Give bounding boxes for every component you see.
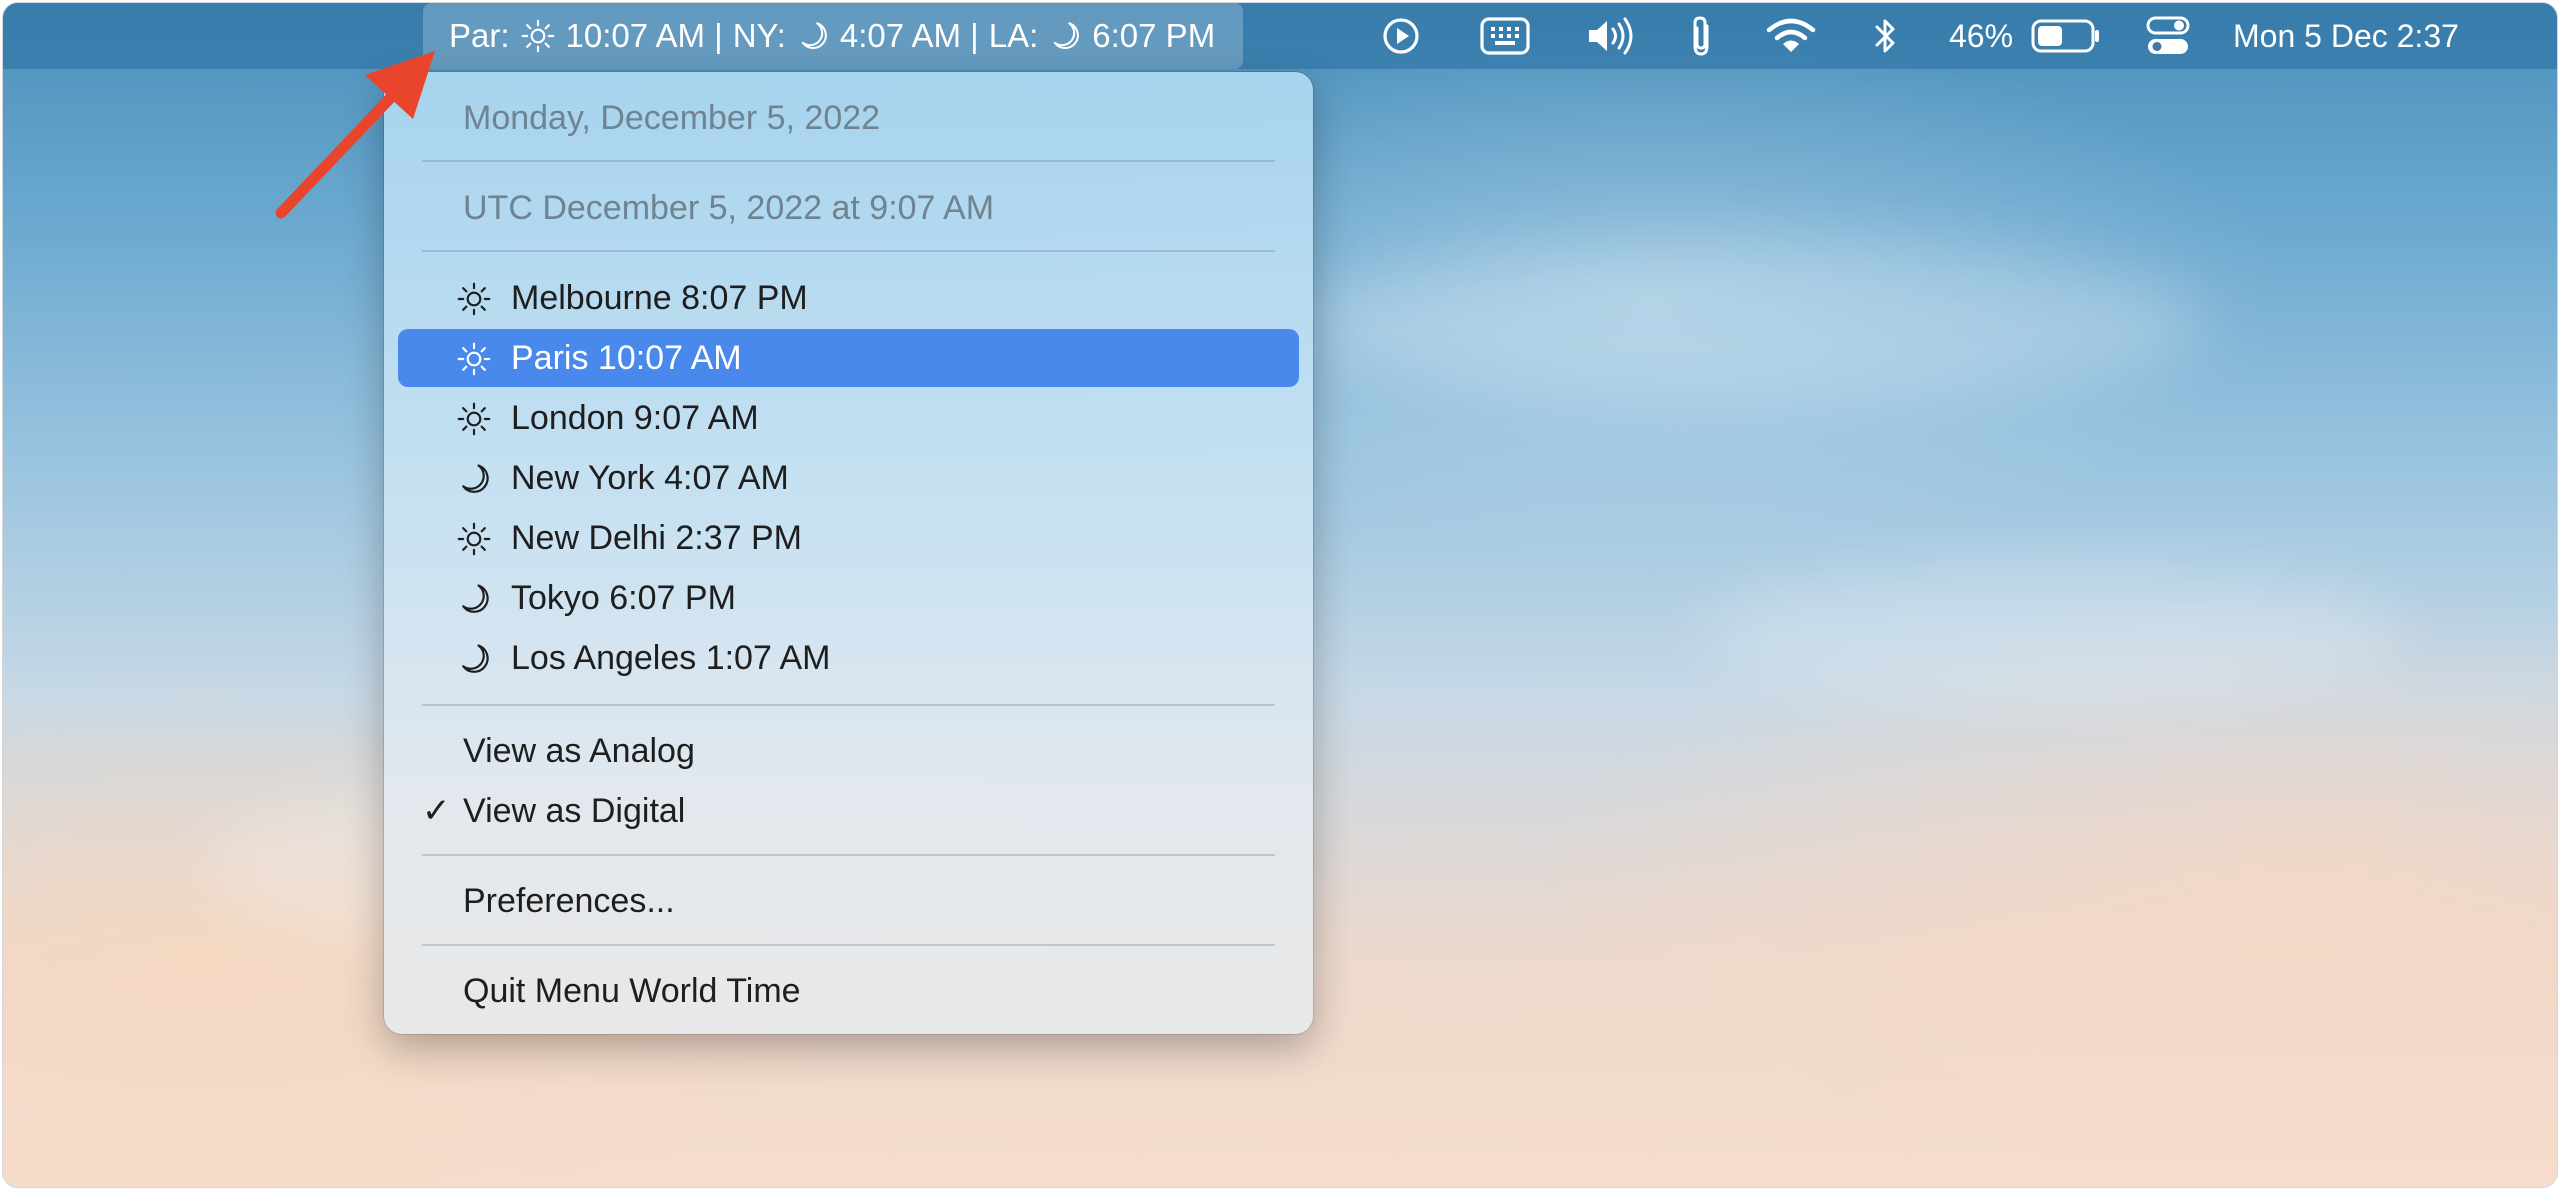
la-label: LA: — [988, 17, 1039, 54]
menu-separator — [422, 854, 1275, 856]
world-time-dropdown-menu: Monday, December 5, 2022 UTC December 5,… — [384, 72, 1313, 1034]
paris-time: 10:07 AM | — [565, 17, 723, 54]
ny-time: 4:07 AM | — [839, 17, 979, 54]
sun-icon — [520, 18, 556, 54]
menu-item-view-digital[interactable]: ✓ View as Digital — [398, 782, 1299, 840]
battery-percent: 46% — [1949, 17, 2014, 54]
red-annotation-arrow-icon — [275, 51, 435, 219]
bluetooth-icon[interactable] — [1871, 3, 1899, 69]
menu-date: Monday, December 5, 2022 — [463, 98, 881, 137]
menu-item-view-analog[interactable]: View as Analog — [398, 722, 1299, 780]
moon-icon — [796, 19, 830, 53]
keyboard-grid-icon[interactable] — [1479, 3, 1531, 69]
battery-icon[interactable] — [2031, 3, 2101, 69]
la-time: 6:07 PM — [1092, 17, 1216, 54]
sun-icon — [454, 341, 494, 377]
moon-icon — [1048, 19, 1082, 53]
play-circle-icon[interactable] — [1381, 3, 1421, 69]
cloud — [1703, 563, 2403, 703]
menu-item-preferences[interactable]: Preferences... — [398, 872, 1299, 930]
menu-item-tokyo[interactable]: Tokyo 6:07 PM — [398, 569, 1299, 627]
menu-separator — [422, 944, 1275, 946]
menu-item-paris[interactable]: Paris 10:07 AM — [398, 329, 1299, 387]
menu-item-new-york[interactable]: New York 4:07 AM — [398, 449, 1299, 507]
world-time-menubar-item[interactable]: Par: 10:07 AM | NY: 4:07 AM | LA: 6:07 P… — [423, 3, 1244, 69]
moon-icon — [454, 461, 494, 497]
desktop: Par: 10:07 AM | NY: 4:07 AM | LA: 6:07 P… — [2, 2, 2558, 1188]
menu-separator — [422, 250, 1275, 252]
sun-icon — [454, 521, 494, 557]
moon-icon — [454, 581, 494, 617]
menubar-clock[interactable]: Mon 5 Dec 2:37 — [2233, 3, 2459, 69]
cloud — [1303, 243, 2203, 403]
checkmark-icon: ✓ — [422, 792, 451, 830]
moon-icon — [454, 641, 494, 677]
ny-label: NY: — [732, 17, 786, 54]
menu-item-london[interactable]: London 9:07 AM — [398, 389, 1299, 447]
volume-icon[interactable] — [1585, 3, 1641, 69]
wifi-icon[interactable] — [1765, 3, 1817, 69]
menu-separator — [422, 160, 1275, 162]
menu-utc: UTC December 5, 2022 at 9:07 AM — [463, 188, 995, 227]
menu-item-los-angeles[interactable]: Los Angeles 1:07 AM — [398, 629, 1299, 687]
menu-separator — [422, 704, 1275, 706]
sun-icon — [454, 281, 494, 317]
sun-icon — [454, 401, 494, 437]
menu-item-quit[interactable]: Quit Menu World Time — [398, 962, 1299, 1020]
menu-item-melbourne[interactable]: Melbourne 8:07 PM — [398, 269, 1299, 327]
control-center-icon[interactable] — [2145, 3, 2191, 69]
menu-item-new-delhi[interactable]: New Delhi 2:37 PM — [398, 509, 1299, 567]
paperclip-icon[interactable] — [1687, 3, 1715, 69]
